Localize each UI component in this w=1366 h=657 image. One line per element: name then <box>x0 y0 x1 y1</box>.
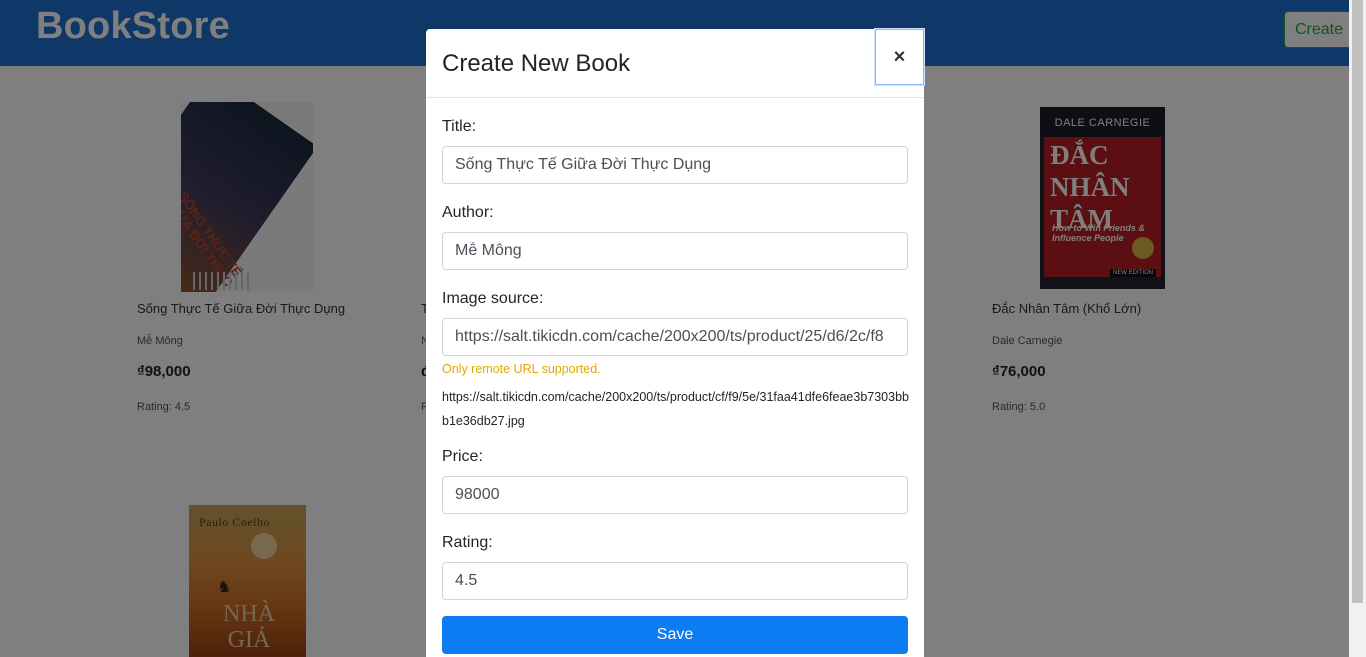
image-source-label: Image source: <box>442 290 544 307</box>
modal-header: Create New Book × <box>426 28 925 98</box>
scrollbar-thumb[interactable] <box>1352 0 1363 603</box>
title-input[interactable] <box>442 146 908 184</box>
price-input[interactable] <box>442 476 908 514</box>
title-label: Title: <box>442 118 477 135</box>
save-button[interactable]: Save <box>442 616 908 654</box>
close-button[interactable]: × <box>874 28 925 86</box>
author-input[interactable] <box>442 232 908 270</box>
modal-title: Create New Book <box>442 50 631 77</box>
image-source-hint: Only remote URL supported. <box>442 362 601 376</box>
author-label: Author: <box>442 204 494 221</box>
create-book-modal: Create New Book × Title: Author: Image s… <box>426 28 925 657</box>
price-label: Price: <box>442 448 483 465</box>
rating-input[interactable] <box>442 562 908 600</box>
image-url-preview: https://salt.tikicdn.com/cache/200x200/t… <box>442 390 909 428</box>
image-source-input[interactable] <box>442 318 908 356</box>
rating-label: Rating: <box>442 534 493 551</box>
